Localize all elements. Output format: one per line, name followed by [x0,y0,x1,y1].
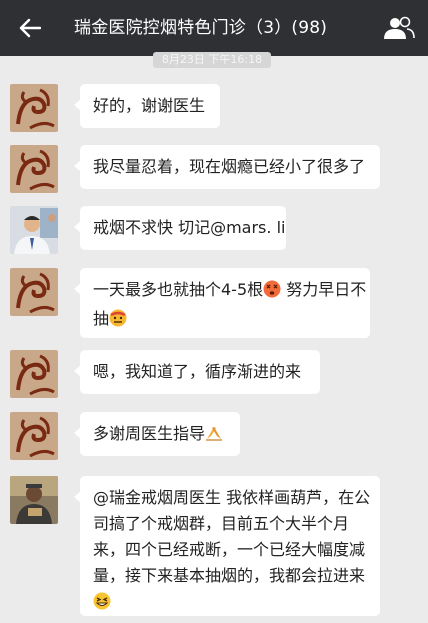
message-text-line: 司搞了个戒烟群，目前五个大半个月 [93,514,350,533]
ornament-avatar-icon [10,268,58,316]
grinning-face-emoji [93,592,111,618]
doctor-photo-avatar-icon [10,206,58,254]
message-bubble[interactable]: 多谢周医生指导 [74,412,240,456]
folded-hands-emoji [205,424,223,450]
message-bubble[interactable]: 一天最多也就抽个4-5根 努力早日不 抽 [74,268,370,338]
avatar[interactable] [10,145,58,193]
message-text-line: 来，四个已经戒断，一个已经大幅度减 [93,540,366,559]
ornament-avatar-icon [10,84,58,132]
determined-face-emoji [109,309,127,335]
avatar[interactable] [10,84,58,132]
avatar[interactable] [10,350,58,398]
ornament-avatar-icon [10,350,58,398]
message-text: 嗯，我知道了，循序渐进的来 [93,362,302,381]
back-button[interactable] [16,14,44,42]
back-arrow-icon [19,18,41,38]
avatar[interactable] [10,206,58,254]
dizzy-face-emoji [263,280,281,306]
message-text-continued: 抽 [93,309,110,328]
message-bubble[interactable]: 嗯，我知道了，循序渐进的来 [74,350,320,394]
group-members-icon [384,16,415,39]
avatar[interactable] [10,268,58,316]
avatar[interactable] [10,412,58,460]
message-text: 一天最多也就抽个4-5根 [93,280,264,299]
message-text-line: @瑞金戒烟周医生 我依样画葫芦，在公 [93,488,371,507]
ornament-avatar-icon [10,145,58,193]
message-timestamp: 8月23日 下午16:18 [153,52,271,68]
avatar[interactable] [10,476,58,524]
message-text-line: 量，接下来基本抽烟的，我都会拉进来 [93,566,366,585]
message-text: 好的，谢谢医生 [93,96,206,115]
message-bubble[interactable]: @瑞金戒烟周医生 我依样画葫芦，在公 司搞了个戒烟群，目前五个大半个月 来，四个… [74,476,380,618]
message-text: 戒烟不求快 切记@mars. li [93,218,286,237]
message-text: 多谢周医生指导 [93,424,206,443]
person-photo-avatar-icon [10,476,58,524]
message-bubble[interactable]: 戒烟不求快 切记@mars. li [74,206,286,250]
chat-header: 瑞金医院控烟特色门诊（3）(98) [0,0,428,56]
message-text-continued: 努力早日不 [286,280,367,299]
message-bubble[interactable]: 我尽量忍着，现在烟瘾已经小了很多了 [74,145,380,189]
chat-title: 瑞金医院控烟特色门诊（3）(98) [74,18,328,38]
ornament-avatar-icon [10,412,58,460]
message-bubble[interactable]: 好的，谢谢医生 [74,84,220,128]
message-text: 我尽量忍着，现在烟瘾已经小了很多了 [93,157,366,176]
group-info-button[interactable] [382,13,416,43]
